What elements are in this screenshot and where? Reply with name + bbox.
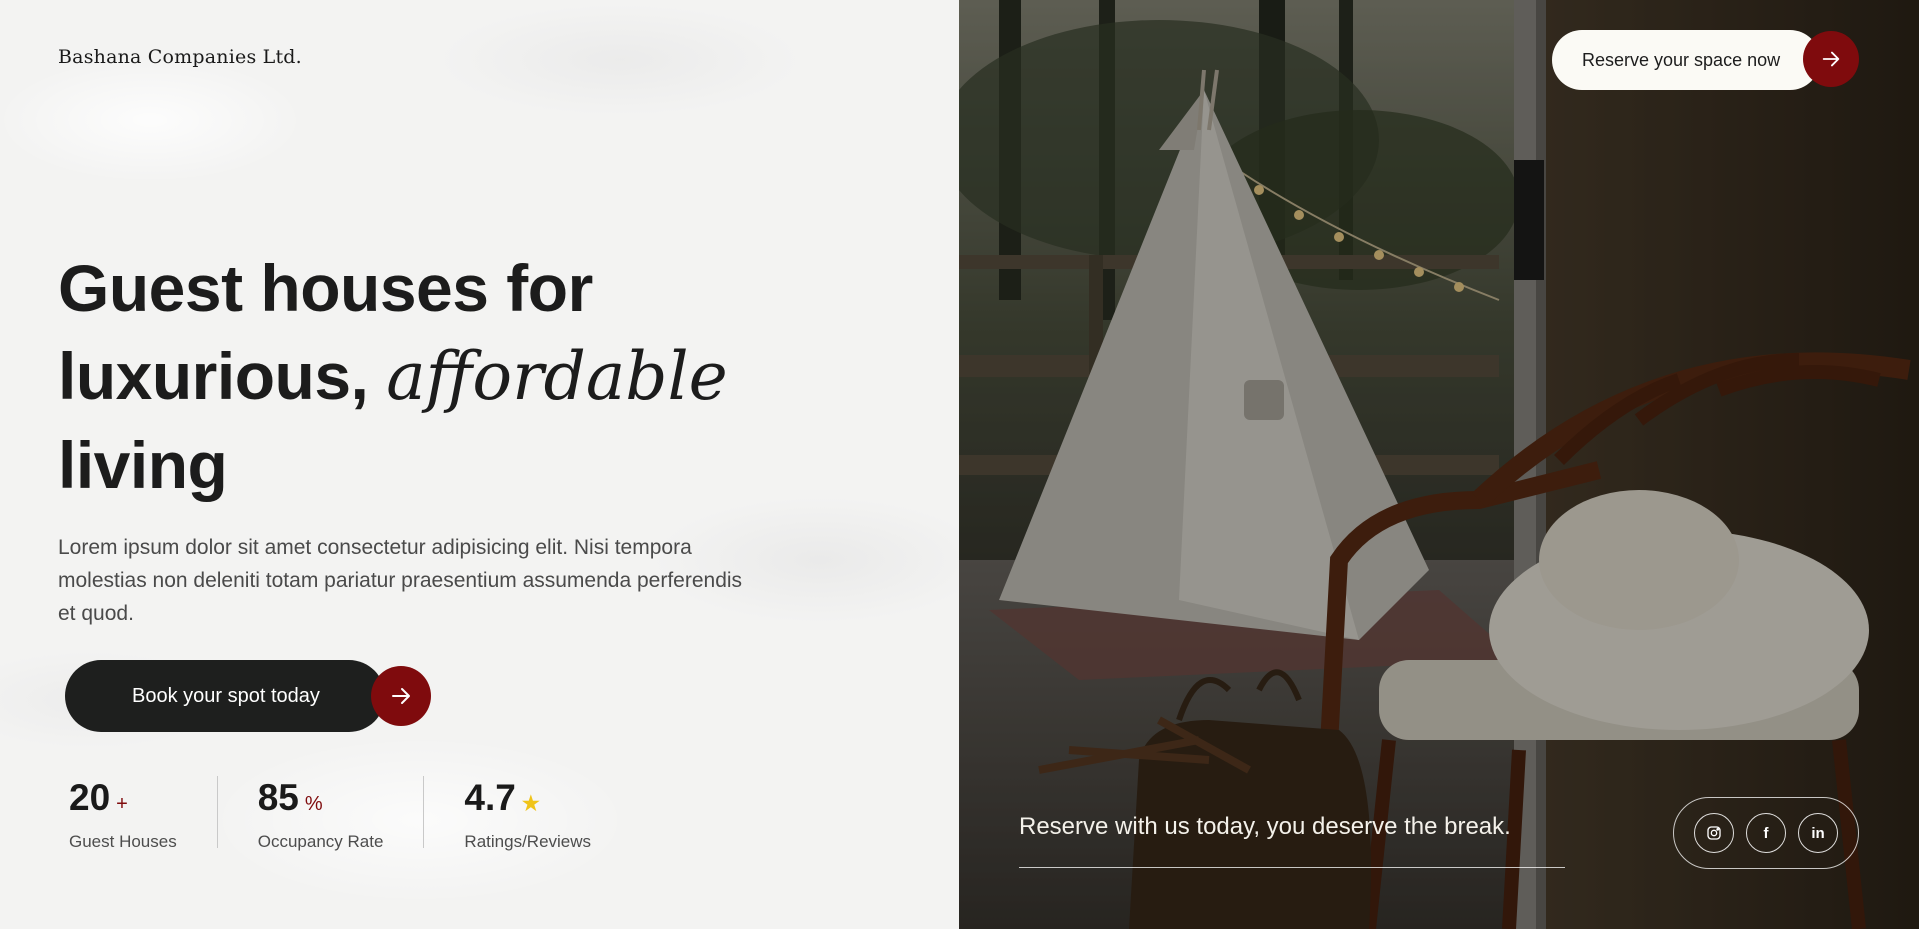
facebook-link[interactable]: f bbox=[1746, 813, 1786, 853]
stat-label: Guest Houses bbox=[69, 832, 177, 851]
stat-occupancy-rate: 85% Occupancy Rate bbox=[216, 776, 424, 851]
stat-label: Ratings/Reviews bbox=[464, 832, 592, 851]
book-spot-label: Book your spot today bbox=[132, 684, 320, 707]
headline-line-1: Guest houses for bbox=[58, 251, 593, 325]
reserve-space-arrow-button[interactable] bbox=[1803, 31, 1859, 87]
hero-photo-panel bbox=[959, 0, 1919, 929]
book-spot-arrow-button[interactable] bbox=[371, 666, 431, 726]
social-links: f in bbox=[1673, 797, 1859, 869]
stat-value: 85 bbox=[257, 777, 299, 818]
reserve-space-label: Reserve your space now bbox=[1582, 49, 1781, 70]
star-icon: ★ bbox=[521, 793, 540, 815]
stat-value: 4.7 bbox=[464, 777, 516, 818]
stats-row: 20 + Guest Houses 85% Occupancy Rate 4.7 ★… bbox=[69, 776, 631, 851]
headline-line-2a: luxurious, bbox=[58, 339, 387, 413]
stat-suffix: + bbox=[116, 793, 128, 815]
hero-description: Lorem ipsum dolor sit amet consectetur a… bbox=[58, 536, 743, 625]
instagram-icon bbox=[1707, 826, 1721, 840]
stat-guest-houses: 20 + Guest Houses bbox=[69, 776, 217, 851]
stat-suffix: % bbox=[304, 793, 323, 815]
instagram-link[interactable] bbox=[1694, 813, 1734, 853]
book-spot-button[interactable]: Book your spot today bbox=[65, 660, 385, 732]
tagline-divider bbox=[1019, 867, 1565, 868]
headline-accent-word: affordable bbox=[386, 338, 728, 415]
stat-ratings: 4.7 ★ Ratings/Reviews bbox=[423, 776, 631, 851]
headline-line-3: living bbox=[58, 428, 228, 502]
stat-label: Occupancy Rate bbox=[257, 832, 384, 851]
linkedin-link[interactable]: in bbox=[1798, 813, 1838, 853]
brand-logo[interactable]: Bashana Companies Ltd. bbox=[58, 46, 302, 68]
hero-photo bbox=[959, 0, 1919, 929]
linkedin-icon: in bbox=[1811, 824, 1825, 842]
reserve-space-button[interactable]: Reserve your space now bbox=[1552, 30, 1820, 90]
facebook-icon: f bbox=[1763, 824, 1769, 842]
photo-tagline: Reserve with us today, you deserve the b… bbox=[1019, 813, 1511, 840]
arrow-right-icon bbox=[1822, 51, 1840, 67]
arrow-right-icon bbox=[392, 688, 410, 704]
hero-headline: Guest houses for luxurious, affordable l… bbox=[58, 244, 878, 509]
stat-value: 20 bbox=[69, 777, 111, 818]
